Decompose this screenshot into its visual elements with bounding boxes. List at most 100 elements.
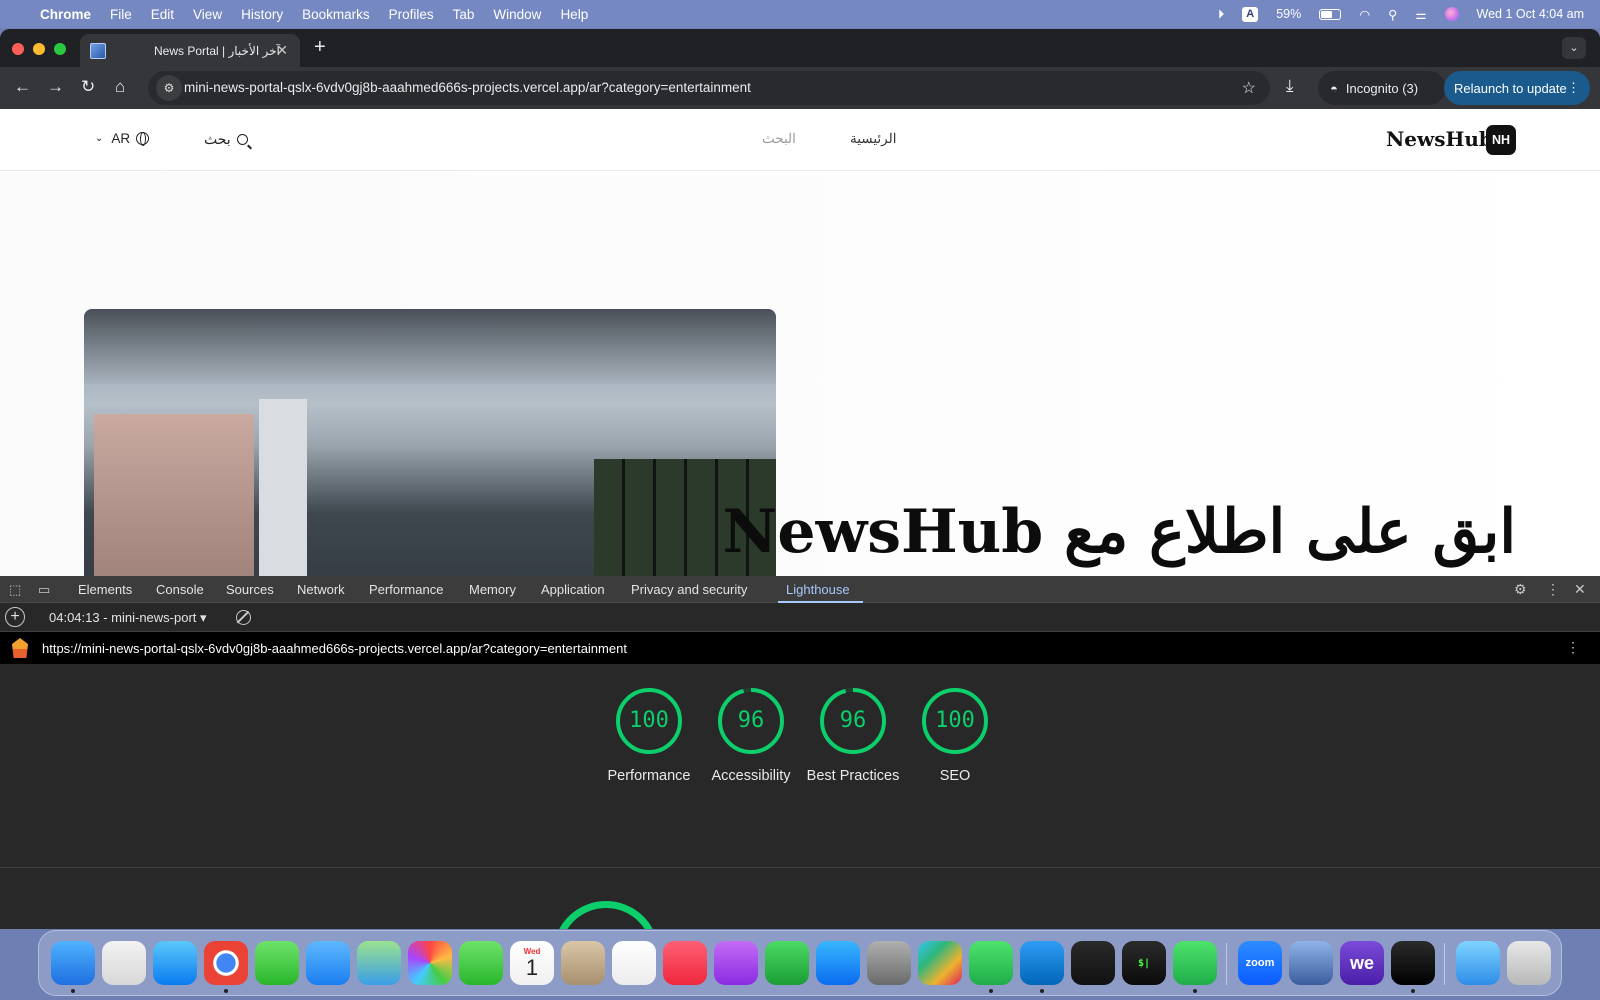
devtools-tab-network[interactable]: Network [297, 582, 345, 597]
lighthouse-logo-icon [12, 638, 28, 658]
dock-app-finder-utility-icon[interactable] [1289, 941, 1333, 985]
tab-title: News Portal | آخر الأخبار [154, 43, 280, 58]
device-toolbar-icon[interactable]: ▭ [38, 582, 50, 598]
devtools-tab-performance[interactable]: Performance [369, 582, 443, 597]
dock-app-finder-icon[interactable] [51, 941, 95, 985]
dock-app-zoom-icon[interactable]: zoom [1238, 941, 1282, 985]
devtools-tab-memory[interactable]: Memory [469, 582, 516, 597]
menu-view[interactable]: View [193, 7, 222, 22]
devtools-tab-lighthouse[interactable]: Lighthouse [786, 582, 850, 597]
dock-app-reminders-icon[interactable] [612, 941, 656, 985]
menu-tab[interactable]: Tab [453, 7, 475, 22]
report-menu-icon[interactable]: ⋮ [1566, 639, 1580, 656]
menu-file[interactable]: File [110, 7, 132, 22]
menu-history[interactable]: History [241, 7, 283, 22]
dock-app-trash-icon[interactable] [1507, 941, 1551, 985]
dock-app-github-desktop-icon[interactable] [1391, 941, 1435, 985]
menu-help[interactable]: Help [560, 7, 588, 22]
spotlight-icon[interactable]: ⚲ [1388, 7, 1397, 22]
dock-app-safari-icon[interactable] [153, 941, 197, 985]
dock-app-downloads-icon[interactable] [1456, 941, 1500, 985]
score-gauge-performance[interactable]: 100 Performance [598, 686, 700, 787]
dock-app-whatsapp-icon[interactable] [969, 941, 1013, 985]
close-window-button[interactable] [12, 43, 24, 55]
score-gauge-seo[interactable]: 100 SEO [904, 686, 1006, 787]
site-search-button[interactable]: بحث [204, 131, 248, 148]
devtools-settings-icon[interactable]: ⚙ [1514, 581, 1527, 598]
dock-app-podcasts-icon[interactable] [714, 941, 758, 985]
tab-close-icon[interactable]: ✕ [276, 42, 288, 59]
relaunch-update-button[interactable]: Relaunch to update ⋮ [1444, 71, 1590, 105]
dock-app-whatsapp-business-icon[interactable] [1173, 941, 1217, 985]
site-brand-name[interactable]: NewsHub [1386, 127, 1493, 151]
menu-profiles[interactable]: Profiles [389, 7, 434, 22]
devtools-tab-elements[interactable]: Elements [78, 582, 132, 597]
menu-datetime[interactable]: Wed 1 Oct 4:04 am [1477, 7, 1584, 21]
language-switcher[interactable]: ⌄ AR [95, 131, 150, 146]
menu-bookmarks[interactable]: Bookmarks [302, 7, 370, 22]
menu-edit[interactable]: Edit [151, 7, 174, 22]
nav-link-home[interactable]: الرئيسية [850, 131, 897, 147]
control-center-icon[interactable]: ⚌ [1415, 7, 1426, 22]
dock-app-contacts-icon[interactable] [561, 941, 605, 985]
address-bar[interactable]: ⚙ mini-news-portal-qslx-6vdv0gj8b-aaahme… [148, 71, 1270, 105]
nav-link-search[interactable]: البحث [762, 131, 796, 147]
dock-app-slack-icon[interactable] [918, 941, 962, 985]
address-bar-url[interactable]: mini-news-portal-qslx-6vdv0gj8b-aaahmed6… [184, 71, 751, 105]
devtools-tab-sources[interactable]: Sources [226, 582, 274, 597]
siri-icon[interactable] [1444, 7, 1459, 21]
dock-app-photos-icon[interactable] [408, 941, 452, 985]
forward-arrow-icon[interactable]: → [47, 77, 64, 97]
chevron-down-icon: ⌄ [95, 133, 104, 144]
score-gauge-best-practices[interactable]: 96 Best Practices [802, 686, 904, 787]
dock-app-facetime-icon[interactable] [459, 941, 503, 985]
inspect-element-icon[interactable]: ⬚ [9, 582, 21, 598]
dock-app-we-icon[interactable]: we [1340, 941, 1384, 985]
bookmark-star-icon[interactable]: ☆ [1242, 78, 1256, 98]
clear-reports-icon[interactable] [236, 610, 251, 625]
dock-app-music-icon[interactable] [663, 941, 707, 985]
devtools-tab-console[interactable]: Console [156, 582, 204, 597]
maximize-window-button[interactable] [54, 43, 66, 55]
language-label: AR [111, 131, 131, 146]
devtools-close-icon[interactable]: ✕ [1574, 581, 1586, 598]
devtools-tab-application[interactable]: Application [541, 582, 605, 597]
dock-app-terminal-icon[interactable]: $| [1122, 941, 1166, 985]
dock-app-chrome-icon[interactable] [204, 941, 248, 985]
new-report-icon[interactable]: + [5, 607, 25, 627]
dock-app-cursor-icon[interactable] [1071, 941, 1115, 985]
site-info-icon[interactable]: ⚙ [156, 75, 182, 101]
dock-app-app-store-icon[interactable] [816, 941, 860, 985]
dock-app-system-settings-icon[interactable] [867, 941, 911, 985]
devtools-tab-privacy[interactable]: Privacy and security [631, 582, 747, 597]
dock-app-mail-icon[interactable] [306, 941, 350, 985]
screen-record-icon[interactable]: ⏵ [1218, 7, 1224, 22]
home-icon[interactable]: ⌂ [115, 77, 125, 97]
incognito-button[interactable]: ◓ Incognito (3) [1318, 71, 1446, 105]
reload-icon[interactable]: ↻ [81, 77, 95, 97]
menu-app-name[interactable]: Chrome [40, 7, 91, 22]
dock-app-numbers-icon[interactable] [765, 941, 809, 985]
browser-tab-active[interactable]: News Portal | آخر الأخبار ✕ [80, 34, 300, 67]
report-selector[interactable]: 04:04:13 - mini-news-port ▾ [49, 610, 207, 626]
tab-search-button[interactable]: ⌄ [1562, 37, 1586, 59]
dock-app-launchpad-icon[interactable] [102, 941, 146, 985]
dock-app-calendar-icon[interactable]: Wed 1 [510, 941, 554, 985]
devtools-more-icon[interactable]: ⋮ [1546, 581, 1560, 598]
new-tab-button[interactable]: + [314, 36, 326, 59]
download-icon[interactable]: ⤓ [1286, 76, 1294, 96]
running-indicator [224, 989, 228, 993]
battery-icon[interactable] [1319, 8, 1342, 20]
back-arrow-icon[interactable]: ← [14, 77, 31, 97]
input-source-icon[interactable]: A [1242, 6, 1259, 22]
wifi-icon[interactable]: ◠ [1359, 7, 1370, 22]
score-gauge-accessibility[interactable]: 96 Accessibility [700, 686, 802, 787]
report-url[interactable]: https://mini-news-portal-qslx-6vdv0gj8b-… [42, 641, 627, 656]
menu-window[interactable]: Window [493, 7, 541, 22]
dock-app-maps-icon[interactable] [357, 941, 401, 985]
dock-app-vs-code-icon[interactable] [1020, 941, 1064, 985]
site-logo[interactable]: NH [1486, 125, 1516, 155]
minimize-window-button[interactable] [33, 43, 45, 55]
chrome-menu-icon[interactable]: ⋮ [1567, 80, 1580, 96]
dock-app-messages-icon[interactable] [255, 941, 299, 985]
